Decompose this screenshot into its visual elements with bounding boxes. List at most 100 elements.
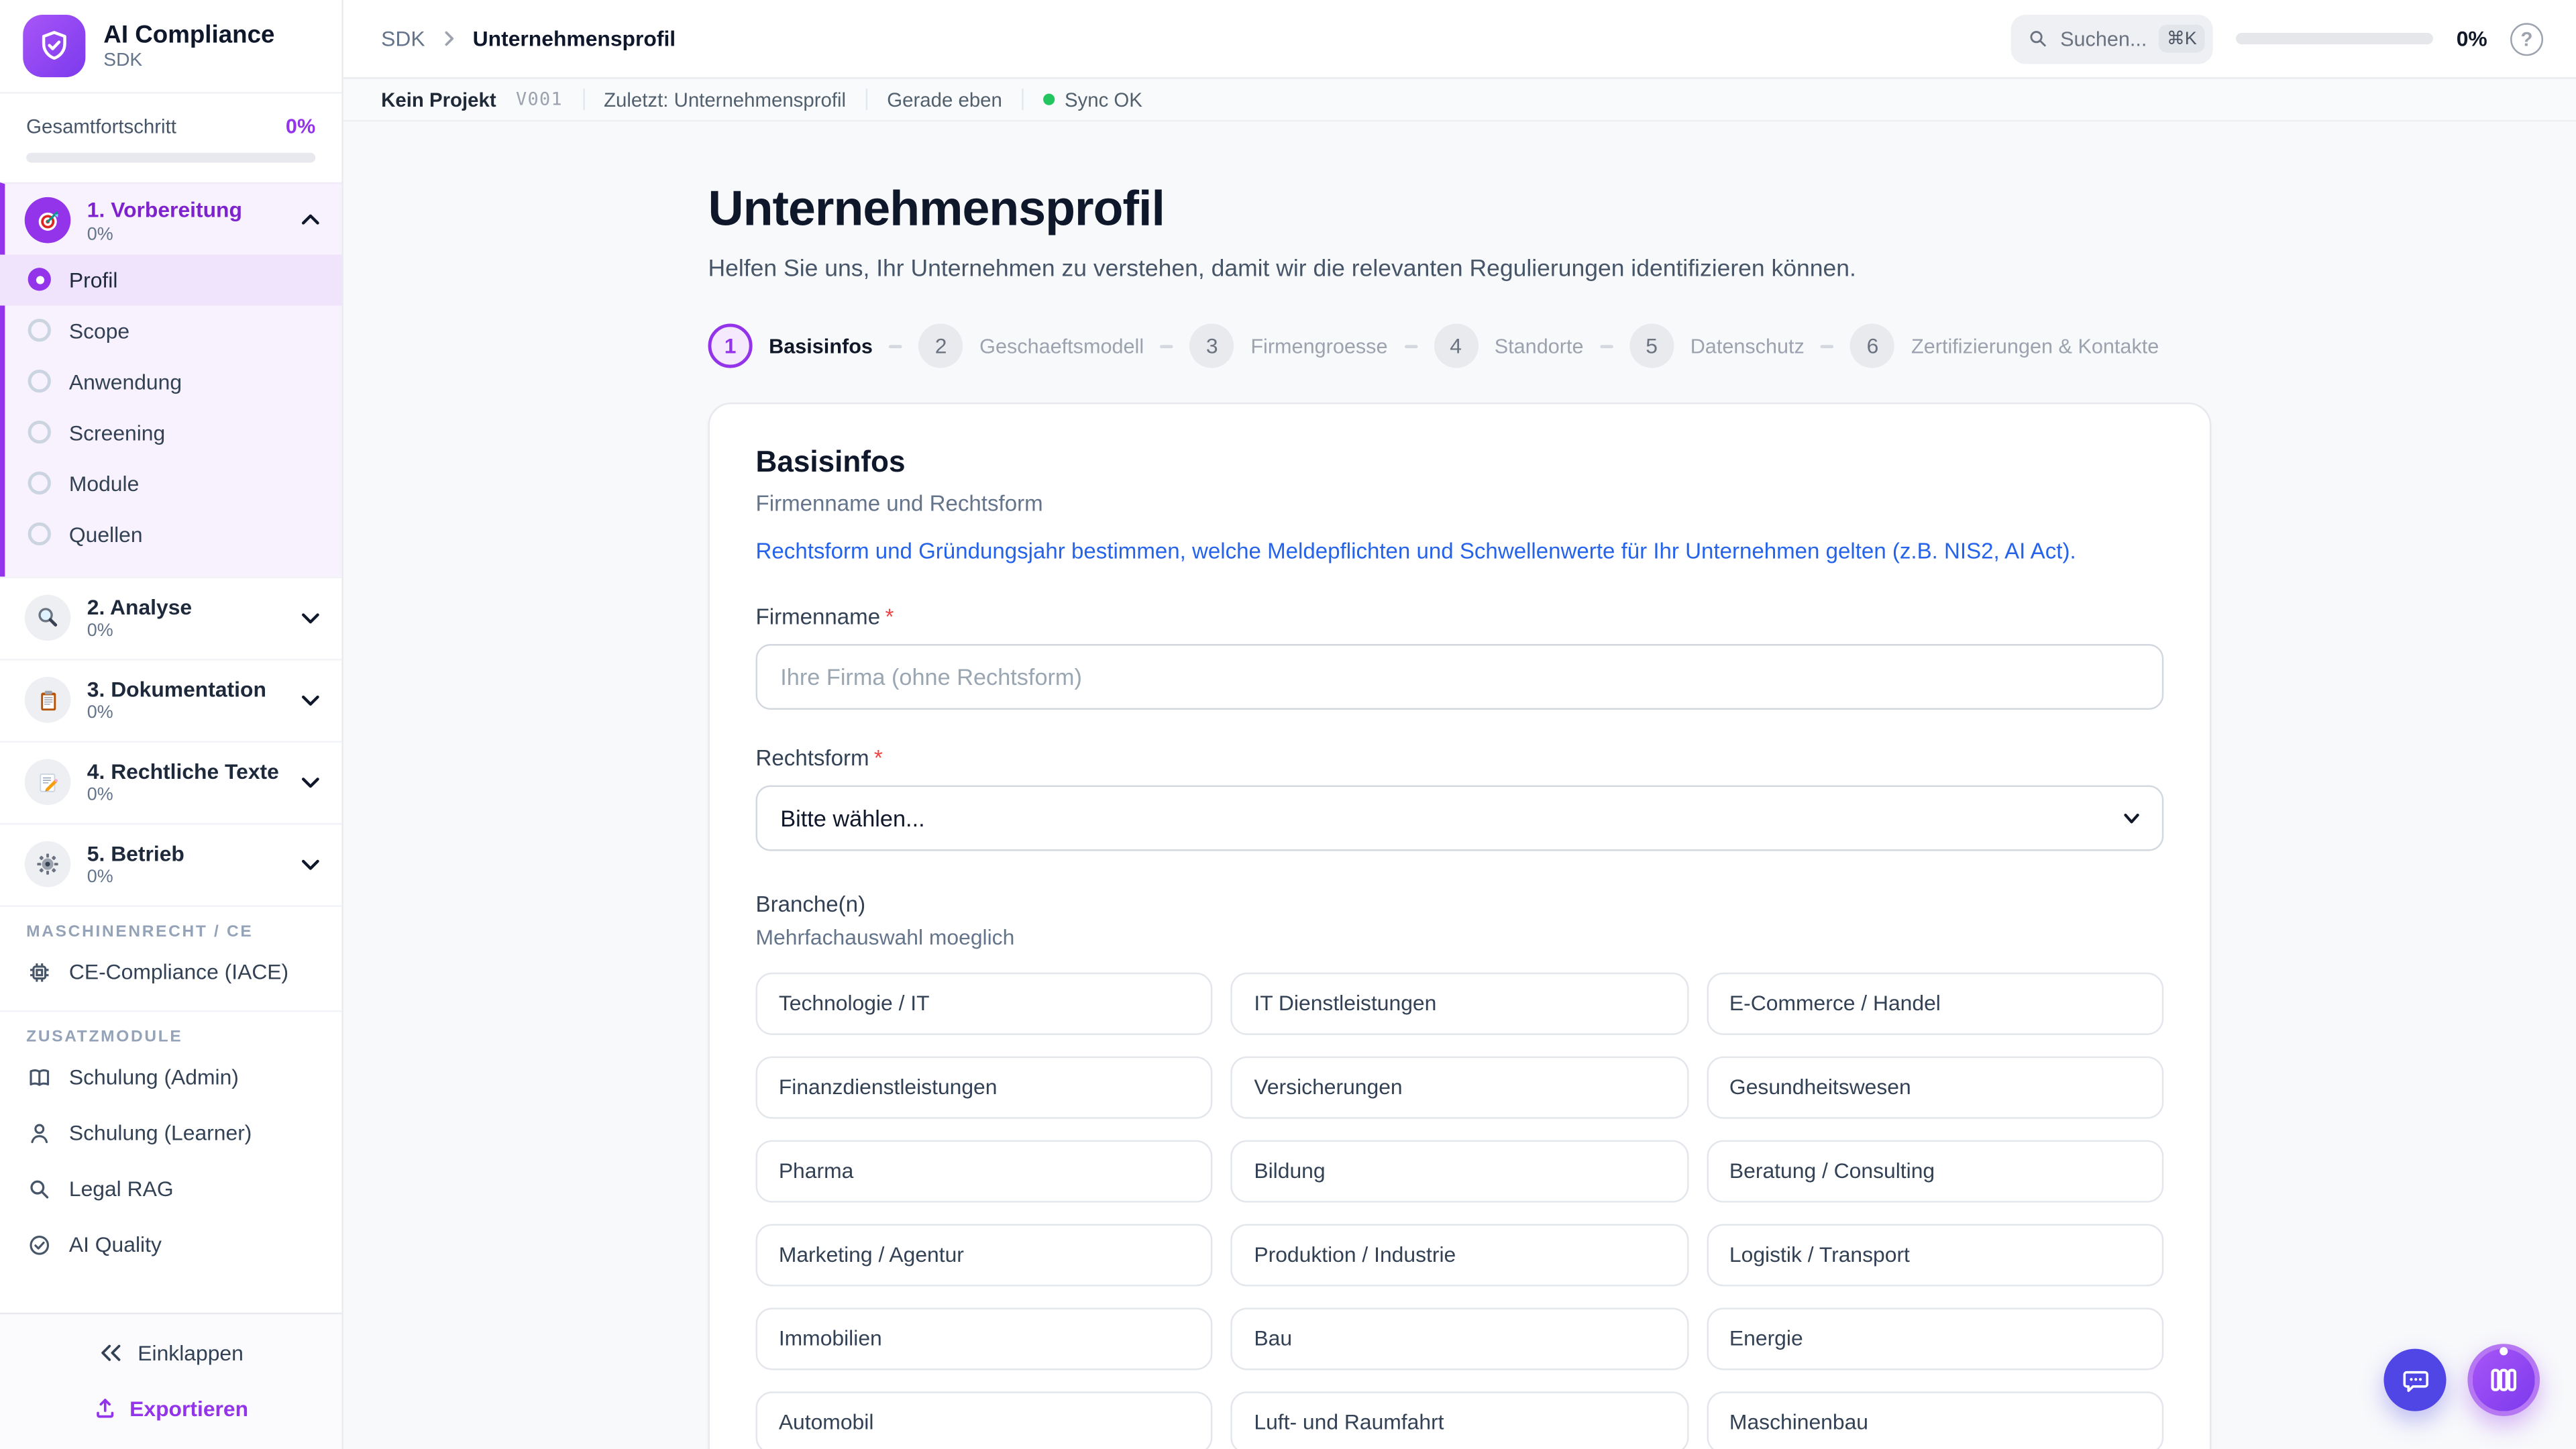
industry-button[interactable]: Finanzdienstleistungen	[756, 1056, 1214, 1118]
extras-group: ZUSATZMODULE Schulung (Admin) Schulung (…	[0, 1010, 341, 1283]
overall-progress-bar	[26, 153, 315, 163]
status-bar: Kein Projekt V001 Zuletzt: Unternehmensp…	[343, 79, 2576, 122]
industry-button[interactable]: Produktion / Industrie	[1231, 1224, 1688, 1286]
last-saved-time: Gerade eben	[887, 88, 1002, 111]
last-visited: Zuletzt: Unternehmensprofil	[604, 88, 846, 111]
required-asterisk: *	[885, 604, 894, 629]
section-percent: 0%	[87, 225, 282, 244]
sidebar-item-schulung-admin[interactable]: Schulung (Admin)	[26, 1053, 315, 1102]
radio-selected-icon	[28, 268, 51, 290]
sidebar-item-module[interactable]: Module	[0, 458, 341, 508]
memo-pencil-icon	[25, 759, 71, 806]
step-zertifizierungen[interactable]: 6 Zertifizierungen & Kontakte	[1850, 323, 2159, 368]
section-vorbereitung-header[interactable]: 1. Vorbereitung 0%	[25, 197, 322, 244]
step-geschaeftsmodell[interactable]: 2 Geschaeftsmodell	[919, 323, 1144, 368]
step-separator	[1600, 344, 1613, 347]
card-subheading: Firmenname und Rechtsform	[756, 491, 2164, 516]
user-icon	[26, 1120, 52, 1146]
section-betrieb[interactable]: 5. Betrieb 0%	[0, 822, 341, 904]
branche-hint: Mehrfachauswahl moeglich	[756, 925, 2164, 950]
chevron-down-icon	[2121, 807, 2143, 828]
shield-check-icon	[23, 15, 85, 77]
sidebar-item-ce-compliance[interactable]: CE-Compliance (IACE)	[26, 947, 315, 996]
search-input[interactable]: Suchen... ⌘K	[2011, 14, 2214, 63]
overall-progress-value: 0%	[286, 115, 315, 138]
sync-ok-dot-icon	[1043, 94, 1055, 105]
divider	[1022, 89, 1023, 110]
chat-bubble-icon	[2400, 1364, 2431, 1396]
firmenname-input[interactable]	[756, 644, 2164, 710]
sidebar-item-legal-rag[interactable]: Legal RAG	[26, 1164, 315, 1213]
sidebar-item-ai-quality[interactable]: AI Quality	[26, 1220, 315, 1269]
sidebar-item-schulung-learner[interactable]: Schulung (Learner)	[26, 1108, 315, 1157]
gear-icon	[25, 841, 71, 888]
chevron-down-icon	[299, 771, 322, 794]
industry-button[interactable]: Gesundheitswesen	[1707, 1056, 2164, 1118]
rechtsform-select[interactable]: Bitte wählen...	[756, 785, 2164, 851]
sidebar-item-screening[interactable]: Screening	[0, 407, 341, 458]
industry-button[interactable]: IT Dienstleistungen	[1231, 973, 1688, 1035]
sidebar-item-anwendung[interactable]: Anwendung	[0, 356, 341, 407]
industry-button[interactable]: Versicherungen	[1231, 1056, 1688, 1118]
industry-button[interactable]: Maschinenbau	[1707, 1391, 2164, 1449]
section-dokumentation[interactable]: 3. Dokumentation 0%	[0, 658, 341, 740]
sidebar: AI Compliance SDK Gesamtfortschritt 0% 1…	[0, 0, 343, 1449]
section-vorbereitung: 1. Vorbereitung 0% Profil Scope Anwendun…	[0, 182, 341, 576]
basisinfos-card: Basisinfos Firmenname und Rechtsform Rec…	[708, 402, 2212, 1449]
industry-button[interactable]: Automobil	[756, 1391, 1214, 1449]
chat-button[interactable]	[2383, 1349, 2446, 1411]
step-datenschutz[interactable]: 5 Datenschutz	[1629, 323, 1805, 368]
clipboard-icon	[25, 677, 71, 723]
overall-progress: Gesamtfortschritt 0%	[0, 94, 341, 182]
chevron-down-icon	[299, 606, 322, 629]
machine-group-header: MASCHINENRECHT / CE	[26, 922, 315, 941]
vorbereitung-subnav: Profil Scope Anwendung Screening Module	[25, 244, 322, 563]
industry-button[interactable]: Bildung	[1231, 1140, 1688, 1202]
chevron-up-icon	[299, 209, 322, 232]
sidebar-item-scope[interactable]: Scope	[0, 305, 341, 356]
kanban-columns-icon	[2487, 1364, 2520, 1397]
rechtsform-label: Rechtsform*	[756, 746, 2164, 771]
industry-button[interactable]: Pharma	[756, 1140, 1214, 1202]
export-button[interactable]: Exportieren	[0, 1387, 341, 1430]
board-button[interactable]	[2467, 1344, 2540, 1416]
industry-button[interactable]: Marketing / Agentur	[756, 1224, 1214, 1286]
industry-button[interactable]: Logistik / Transport	[1707, 1224, 2164, 1286]
industry-button[interactable]: Beratung / Consulting	[1707, 1140, 2164, 1202]
radio-empty-icon	[28, 421, 51, 443]
sidebar-footer: Einklappen Exportieren	[0, 1313, 341, 1449]
book-icon	[26, 1064, 52, 1090]
machine-group: MASCHINENRECHT / CE CE-Compliance (IACE)	[0, 904, 341, 1010]
industry-button[interactable]: Energie	[1707, 1307, 2164, 1370]
section-rechtliche-texte[interactable]: 4. Rechtliche Texte 0%	[0, 740, 341, 822]
divider	[865, 89, 867, 110]
step-separator	[1821, 344, 1834, 347]
search-placeholder: Suchen...	[2060, 27, 2147, 50]
industry-button[interactable]: Immobilien	[756, 1307, 1214, 1370]
industry-button[interactable]: Bau	[1231, 1307, 1688, 1370]
card-heading: Basisinfos	[756, 445, 2164, 480]
section-analyse[interactable]: 2. Analyse 0%	[0, 576, 341, 658]
magnifier-icon	[25, 595, 71, 641]
step-standorte[interactable]: 4 Standorte	[1434, 323, 1583, 368]
sync-status: Sync OK	[1043, 88, 1142, 111]
floating-buttons	[2383, 1344, 2540, 1416]
main-area: SDK Unternehmensprofil Suchen... ⌘K 0% ?…	[343, 0, 2576, 1449]
page-title: Unternehmensprofil	[708, 182, 2212, 238]
step-separator	[1161, 344, 1174, 347]
help-button[interactable]: ?	[2510, 22, 2543, 55]
chevron-down-icon	[299, 688, 322, 711]
sidebar-item-quellen[interactable]: Quellen	[0, 508, 341, 559]
app-subtitle: SDK	[103, 51, 274, 70]
industry-button[interactable]: E-Commerce / Handel	[1707, 973, 2164, 1035]
chip-icon	[26, 959, 52, 985]
project-name: Kein Projekt	[381, 88, 496, 111]
step-basisinfos[interactable]: 1 Basisinfos	[708, 323, 873, 368]
sidebar-item-profil[interactable]: Profil	[0, 254, 341, 305]
breadcrumb-root[interactable]: SDK	[381, 26, 425, 51]
collapse-sidebar-button[interactable]: Einklappen	[0, 1331, 341, 1374]
industry-button[interactable]: Technologie / IT	[756, 973, 1214, 1035]
chevron-down-icon	[299, 853, 322, 875]
industry-button[interactable]: Luft- und Raumfahrt	[1231, 1391, 1688, 1449]
step-firmengroesse[interactable]: 3 Firmengroesse	[1190, 323, 1388, 368]
